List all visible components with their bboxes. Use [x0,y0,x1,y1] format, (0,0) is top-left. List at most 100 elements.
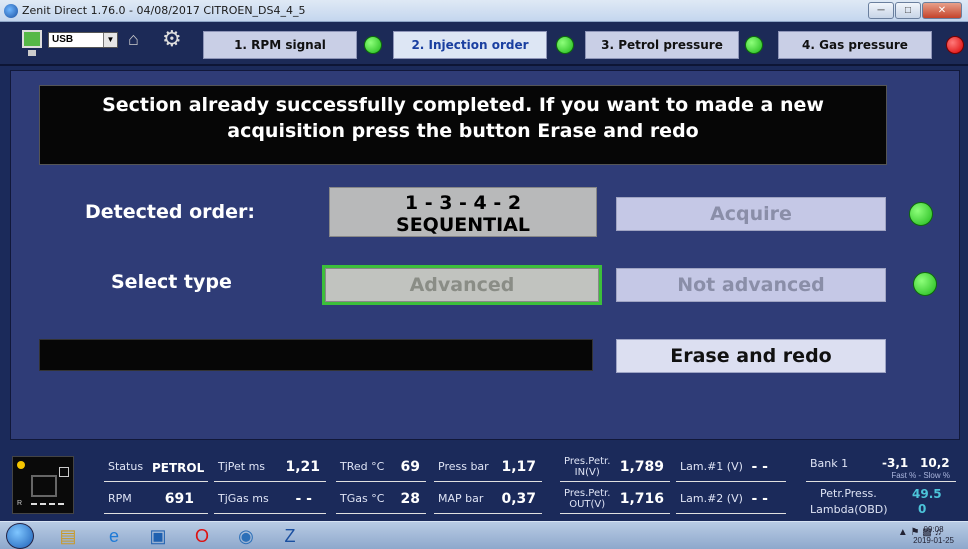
tgas-cell: TGas °C 28 [336,486,426,514]
minimize-button[interactable]: ─ [868,2,894,19]
lam2-value: - - [751,491,769,507]
bank-label: Bank 1 [810,457,849,470]
rpm-value: 691 [164,491,194,507]
gear-icon[interactable]: ⚙ [162,28,182,50]
tjgas-cell: TjGas ms - - [214,486,326,514]
lambda-value: 0 [918,502,927,516]
fuel-icon [59,467,69,477]
press-cell: Press bar 1,17 [434,454,542,482]
car-icon [31,475,57,497]
tgas-value: 28 [400,491,420,507]
port-select[interactable]: USB ▼ [48,32,118,48]
bank-note: Fast % - Slow % [891,471,950,480]
rpm-cell: RPM 691 [104,486,208,514]
maximize-button[interactable]: □ [895,2,921,19]
injection-order-panel: Section already successfully completed. … [10,70,960,440]
bank-cell: Bank 1 -3,1 10,2 Fast % - Slow % [806,454,956,482]
tgas-label: TGas °C [340,492,385,505]
indicator-dot-icon [17,461,25,469]
window-title: Zenit Direct 1.76.0 - 04/08/2017 CITROEN… [22,4,306,17]
status-led-gas [946,36,964,54]
pres-out-cell: Pres.Petr. OUT(V) 1,716 [560,486,670,514]
not-advanced-button[interactable]: Not advanced [616,268,886,302]
lam2-cell: Lam.#2 (V) - - [676,486,786,514]
clock-date: 2019-01-25 [913,536,954,545]
lam2-label: Lam.#2 (V) [680,492,743,505]
home-icon[interactable]: ⌂ [128,30,150,48]
status-led-rpm [364,36,382,54]
pres-in-cell: Pres.Petr. IN(V) 1,789 [560,454,670,482]
tred-value: 69 [400,459,420,475]
zenit-taskbar-icon[interactable]: Z [278,525,302,547]
petr-press-label: Petr.Press. [820,487,877,500]
chevron-down-icon[interactable]: ▼ [103,33,117,47]
computer-icon[interactable] [22,30,42,56]
window-titlebar: Zenit Direct 1.76.0 - 04/08/2017 CITROEN… [0,0,968,22]
message-line-1: Section already successfully completed. … [102,94,824,116]
pres-in-label: Pres.Petr. IN(V) [564,456,611,478]
tjpet-value: 1,21 [285,459,320,475]
start-button[interactable] [6,523,34,549]
petr-lambda-cell: Petr.Press. 49.5 Lambda(OBD) 0 [806,486,956,516]
tjgas-value: - - [295,491,313,507]
tjpet-cell: TjPet ms 1,21 [214,454,326,482]
port-select-value: USB [52,34,74,45]
pres-out-label: Pres.Petr. OUT(V) [564,488,611,510]
acquire-status-led [909,202,933,226]
clock-time: 09:08 [923,525,944,534]
status-value: PETROL [152,461,205,475]
detected-order-display: 1 - 3 - 4 - 2 SEQUENTIAL [329,187,597,237]
window-controls: ─ □ ✕ [868,2,962,19]
tab-rpm-signal[interactable]: 1. RPM signal [203,31,357,59]
tab-petrol-pressure[interactable]: 3. Petrol pressure [585,31,739,59]
map-cell: MAP bar 0,37 [434,486,542,514]
lam1-cell: Lam.#1 (V) - - [676,454,786,482]
reverse-icon: R [17,500,23,507]
progress-bar [39,339,593,371]
rpm-label: RPM [108,492,132,505]
tred-cell: TRed °C 69 [336,454,426,482]
select-type-label: Select type [111,271,232,293]
road-icon [31,503,67,505]
clock[interactable]: 09:08 2019-01-25 [913,524,954,546]
pres-out-value: 1,716 [619,491,664,507]
erase-and-redo-button[interactable]: Erase and redo [616,339,886,373]
detected-order-value: 1 - 3 - 4 - 2 [404,192,522,214]
media-player-icon[interactable]: ▣ [146,525,170,547]
app-icon [4,4,18,18]
tjgas-label: TjGas ms [218,492,269,505]
tab-injection-order[interactable]: 2. Injection order [393,31,547,59]
status-label: Status [108,460,144,473]
advanced-button[interactable]: Advanced [325,268,599,302]
close-button[interactable]: ✕ [922,2,962,19]
car-status-widget: R [12,456,74,514]
press-value: 1,17 [501,459,536,475]
tjpet-label: TjPet ms [218,460,266,473]
lambda-label: Lambda(OBD) [810,503,888,516]
bank-fast-value: -3,1 [882,456,909,470]
internet-explorer-icon[interactable]: e [102,525,126,547]
map-label: MAP bar [438,492,484,505]
press-label: Press bar [438,460,489,473]
status-cell: Status PETROL [104,454,208,482]
tab-gas-pressure[interactable]: 4. Gas pressure [778,31,932,59]
acquire-button[interactable]: Acquire [616,197,886,231]
folder-icon[interactable]: ▤ [56,525,80,547]
type-status-led [913,272,937,296]
message-box: Section already successfully completed. … [39,85,887,165]
taskbar: ▤ e ▣ O ◉ Z ▲ ⚑ ▩ ♫ 09:08 2019-01-25 [0,521,968,549]
bank-slow-value: 10,2 [920,456,950,470]
detected-order-type: SEQUENTIAL [396,214,530,236]
status-panel: R Status PETROL RPM 691 TjPet ms 1,21 Tj… [0,450,968,520]
petr-press-value: 49.5 [912,487,942,501]
message-line-2: acquisition press the button Erase and r… [227,120,699,142]
status-led-injection [556,36,574,54]
app-circle-icon[interactable]: ◉ [234,525,258,547]
map-value: 0,37 [501,491,536,507]
tred-label: TRed °C [340,460,385,473]
lam1-label: Lam.#1 (V) [680,460,743,473]
detected-order-label: Detected order: [85,201,255,223]
opera-icon[interactable]: O [190,525,214,547]
top-toolbar: USB ▼ ⌂ ⚙ 1. RPM signal 2. Injection ord… [0,22,968,66]
pres-in-value: 1,789 [619,459,664,475]
